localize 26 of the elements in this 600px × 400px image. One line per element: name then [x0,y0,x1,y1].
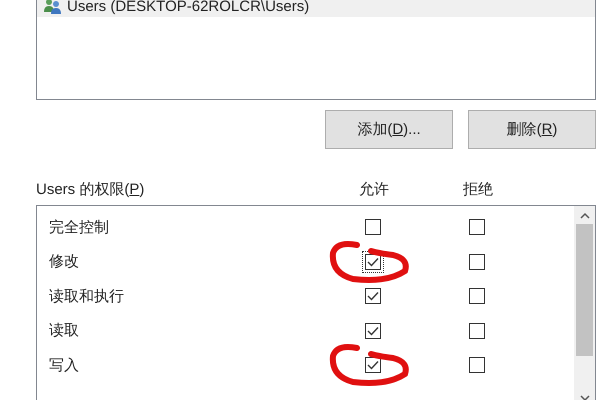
scroll-down-icon[interactable] [580,394,590,400]
checkbox[interactable] [469,322,485,339]
permission-name: 读取和执行 [49,286,125,306]
checkbox[interactable] [365,219,381,236]
permission-name: 修改 [49,252,80,272]
dialog-button[interactable]: 删除(R) [468,110,596,149]
checkbox[interactable] [469,288,485,304]
scroll-up-icon[interactable] [580,212,590,220]
permission-name: 写入 [49,356,80,375]
checkbox[interactable] [469,357,485,374]
checkbox[interactable] [365,322,381,339]
checkbox[interactable] [365,357,381,374]
checkbox[interactable] [365,288,381,304]
permission-name: 完全控制 [49,218,110,237]
scrollbar-thumb[interactable] [576,224,593,356]
column-header: 拒绝 [462,180,494,198]
principal-item[interactable]: Users (DESKTOP-62ROLCR\Users) [37,0,595,17]
checkbox[interactable] [469,254,485,270]
dialog-button[interactable]: 添加(D)... [325,110,453,149]
users-icon [43,0,63,14]
column-header: 允许 [358,180,390,198]
permission-name: 读取 [49,321,80,340]
permissions-label: Users 的权限(P) [36,180,146,198]
scrollbar[interactable] [574,206,595,400]
principal-name: Users (DESKTOP-62ROLCR\Users) [67,0,310,14]
checkbox[interactable] [469,219,485,236]
